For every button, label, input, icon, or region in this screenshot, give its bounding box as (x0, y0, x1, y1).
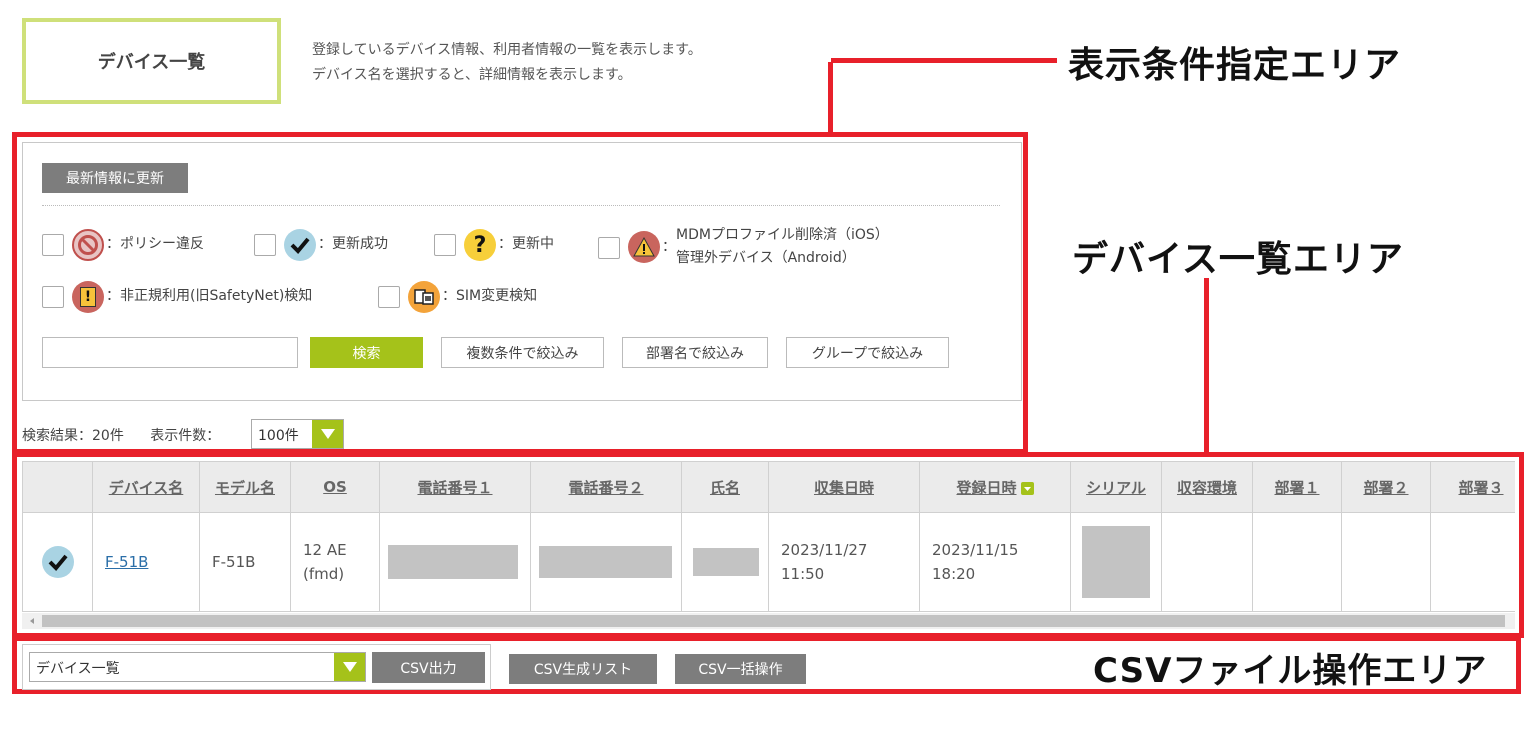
warning-icon (628, 231, 660, 263)
column-header-model[interactable]: モデル名 (199, 461, 291, 513)
column-header-environment[interactable]: 収容環境 (1161, 461, 1253, 513)
policy-violation-checkbox[interactable] (42, 234, 64, 256)
column-header-os[interactable]: OS (290, 461, 380, 513)
registered-time: 18:20 (932, 565, 976, 583)
search-button[interactable]: 検索 (310, 337, 423, 368)
sim-change-icon (408, 281, 440, 313)
status-label: ：SIM変更検知 (442, 288, 538, 304)
registered-date: 2023/11/15 (932, 541, 1019, 559)
sort-desc-icon (1020, 481, 1034, 495)
callout-line (1204, 278, 1209, 454)
collected-time: 11:50 (781, 565, 825, 583)
environment-cell (1161, 512, 1253, 612)
collected-cell: 2023/11/27 11:50 (768, 512, 920, 612)
device-table: デバイス名 モデル名 OS 電話番号１ 電話番号２ 氏名 収集日時 登録日時 シ… (22, 461, 1515, 612)
mdm-removed-checkbox[interactable] (598, 237, 620, 259)
status-label: ：ポリシー違反 (106, 236, 204, 252)
column-header-serial[interactable]: シリアル (1070, 461, 1162, 513)
callout-line (831, 58, 1057, 63)
dept1-cell (1252, 512, 1342, 612)
model-cell: F-51B (199, 512, 291, 612)
page-title: デバイス一覧 (22, 18, 281, 104)
status-label: MDMプロファイル削除済（iOS） (676, 227, 889, 243)
unauthorized-use-checkbox[interactable] (42, 286, 64, 308)
column-header-registered[interactable]: 登録日時 (919, 461, 1071, 513)
description-line: 登録しているデバイス情報、利用者情報の一覧を表示します。 (312, 42, 702, 58)
column-header-dept3[interactable]: 部署３ (1430, 461, 1515, 513)
redacted-block (1082, 526, 1150, 598)
prohibited-icon (72, 229, 104, 261)
updating-checkbox[interactable] (434, 234, 456, 256)
update-success-checkbox[interactable] (254, 234, 276, 256)
status-label: ：更新中 (498, 236, 554, 252)
device-link[interactable]: F-51B (105, 553, 148, 571)
column-header-phone2[interactable]: 電話番号２ (530, 461, 682, 513)
sim-change-checkbox[interactable] (378, 286, 400, 308)
refresh-button[interactable]: 最新情報に更新 (42, 163, 188, 193)
status-label: ： (662, 239, 676, 255)
dept3-cell (1430, 512, 1515, 612)
csv-select-value: デバイス一覧 (36, 661, 120, 677)
phone2-cell (530, 512, 682, 612)
page-description: 登録しているデバイス情報、利用者情報の一覧を表示します。 デバイス名を選択すると… (312, 38, 702, 88)
chevron-down-icon (312, 420, 343, 448)
results-info: 検索結果：20件 表示件数： (22, 425, 220, 445)
dept2-cell (1341, 512, 1431, 612)
phone1-cell (379, 512, 531, 612)
dept-filter-button[interactable]: 部署名で絞込み (622, 337, 768, 368)
result-count: 検索結果：20件 (22, 428, 124, 444)
question-icon: ? (464, 229, 496, 261)
column-header-dept2[interactable]: 部署２ (1341, 461, 1431, 513)
chevron-down-icon (334, 653, 365, 681)
user-name-cell (681, 512, 769, 612)
divider (42, 205, 1000, 206)
csv-type-select[interactable]: デバイス一覧 (29, 652, 366, 682)
column-header-device-name[interactable]: デバイス名 (92, 461, 200, 513)
os-detail: (fmd) (303, 565, 345, 583)
status-cell (22, 512, 93, 612)
collected-date: 2023/11/27 (781, 541, 868, 559)
csv-list-button[interactable]: CSV生成リスト (509, 654, 657, 684)
registered-cell: 2023/11/15 18:20 (919, 512, 1071, 612)
callout-list-area: デバイス一覧エリア (1072, 239, 1404, 280)
check-icon (284, 229, 316, 261)
os-cell: 12 AE (fmd) (290, 512, 380, 612)
column-header-dept1[interactable]: 部署１ (1252, 461, 1342, 513)
csv-bulk-button[interactable]: CSV一括操作 (675, 654, 806, 684)
status-label: ：非正規利用(旧SafetyNet)検知 (106, 288, 313, 304)
serial-cell (1070, 512, 1162, 612)
column-header-phone1[interactable]: 電話番号１ (379, 461, 531, 513)
column-header-label: 登録日時 (956, 478, 1017, 497)
csv-export-button[interactable]: CSV出力 (372, 652, 485, 683)
alert-icon: ! (72, 281, 104, 313)
callout-filter-area: 表示条件指定エリア (1068, 45, 1402, 86)
check-icon (42, 546, 74, 578)
group-filter-button[interactable]: グループで絞込み (786, 337, 949, 368)
description-line: デバイス名を選択すると、詳細情報を表示します。 (312, 67, 632, 83)
scroll-left-icon (30, 618, 34, 624)
redacted-block (388, 545, 518, 579)
device-name-cell: F-51B (92, 512, 200, 612)
device-table-container: デバイス名 モデル名 OS 電話番号１ 電話番号２ 氏名 収集日時 登録日時 シ… (22, 461, 1515, 613)
os-version: 12 AE (303, 541, 347, 559)
column-header-name[interactable]: 氏名 (681, 461, 769, 513)
redacted-block (539, 546, 672, 578)
scrollbar-thumb[interactable] (42, 615, 1505, 627)
multi-filter-button[interactable]: 複数条件で絞込み (441, 337, 604, 368)
status-label: 管理外デバイス（Android） (676, 250, 856, 266)
search-input[interactable] (42, 337, 298, 368)
column-header-status (22, 461, 93, 513)
per-page-value: 100件 (258, 428, 299, 444)
redacted-block (693, 548, 759, 576)
per-page-select[interactable]: 100件 (251, 419, 344, 449)
status-label: ：更新成功 (318, 236, 388, 252)
horizontal-scrollbar[interactable] (22, 613, 1515, 629)
per-page-label: 表示件数： (150, 428, 221, 444)
callout-line (828, 62, 833, 132)
table-row: F-51B F-51B 12 AE (fmd) 2023/11/27 11:50… (22, 512, 1515, 612)
column-header-collected[interactable]: 収集日時 (768, 461, 920, 513)
